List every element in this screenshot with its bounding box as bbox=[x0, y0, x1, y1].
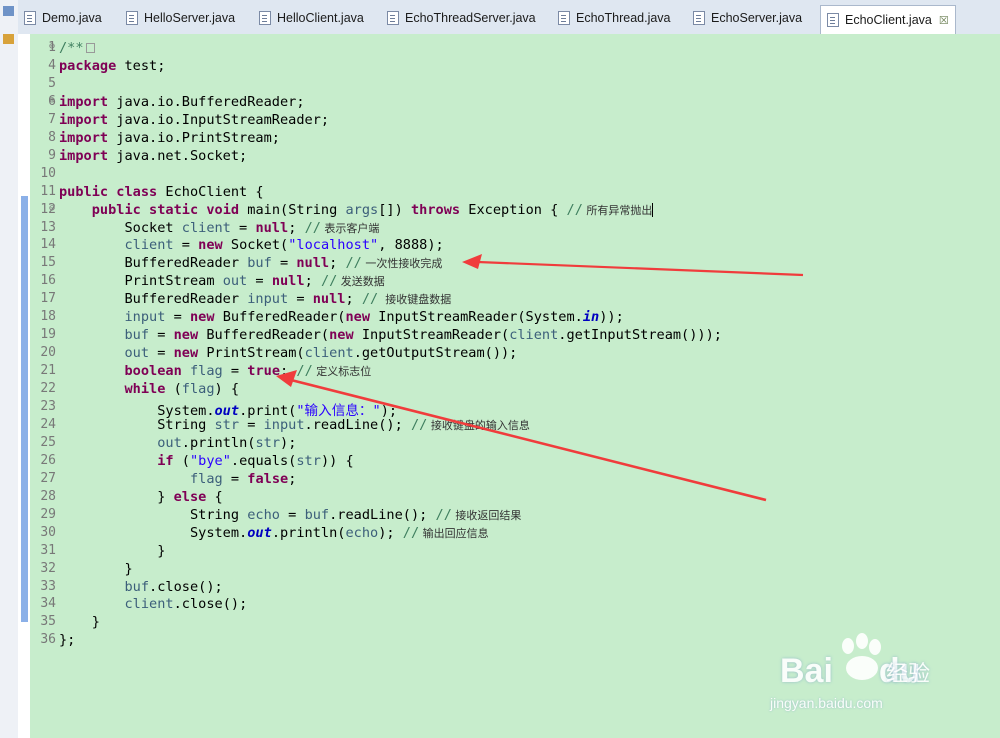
java-file-icon bbox=[387, 11, 399, 25]
code-line-27[interactable]: flag = false; bbox=[59, 471, 296, 487]
tab-label: HelloServer.java bbox=[144, 11, 236, 25]
fold-toggle-icon[interactable]: ⊕ bbox=[49, 41, 55, 52]
tab-demo[interactable]: Demo.java bbox=[24, 6, 102, 30]
line-number: 7 bbox=[48, 111, 56, 127]
tab-helloserver[interactable]: HelloServer.java bbox=[126, 6, 235, 30]
line-number: 27 bbox=[40, 470, 56, 486]
watermark-cn: 经验 bbox=[886, 662, 931, 687]
close-tab-icon[interactable]: ☒ bbox=[939, 14, 949, 27]
code-line-26[interactable]: if ("bye".equals(str)) { bbox=[59, 453, 353, 469]
code-line-22[interactable]: while (flag) { bbox=[59, 381, 239, 397]
tab-label: HelloClient.java bbox=[277, 11, 364, 25]
code-line-6[interactable]: import java.io.BufferedReader; bbox=[59, 94, 305, 110]
package-explorer-icon[interactable] bbox=[3, 34, 14, 44]
code-line-17[interactable]: BufferedReader input = null; // 接收键盘数据 bbox=[59, 291, 451, 307]
java-file-icon bbox=[126, 11, 138, 25]
code-line-19[interactable]: buf = new BufferedReader(new InputStream… bbox=[59, 327, 722, 343]
code-line-33[interactable]: buf.close(); bbox=[59, 579, 222, 595]
tab-helloclient[interactable]: HelloClient.java bbox=[259, 6, 364, 30]
java-file-icon bbox=[827, 13, 839, 27]
code-line-24[interactable]: String str = input.readLine(); // 接收键盘的输… bbox=[59, 417, 530, 433]
code-line-4[interactable]: package test; bbox=[59, 58, 165, 74]
editor-tab-bar: Demo.java HelloServer.java HelloClient.jav… bbox=[18, 0, 1000, 35]
code-line-20[interactable]: out = new PrintStream(client.getOutputSt… bbox=[59, 345, 517, 361]
line-number: 25 bbox=[40, 434, 56, 450]
fold-toggle-icon[interactable]: ⊖ bbox=[49, 203, 55, 214]
code-line-1[interactable]: /** bbox=[59, 40, 95, 56]
code-line-34[interactable]: client.close(); bbox=[59, 596, 247, 612]
line-number-gutter: 1 ⊕ 4 5 6 ⊕ 7 8 9 10 11 12 ⊖ 13 14 15 16 17 18 19 20 21 22 23 24… bbox=[30, 34, 57, 738]
code-line-30[interactable]: System.out.println(echo); // 输出回应信息 bbox=[59, 525, 489, 541]
line-number: 14 bbox=[40, 237, 56, 253]
folded-comment-icon[interactable] bbox=[85, 43, 95, 53]
java-file-icon bbox=[558, 11, 570, 25]
line-number: 11 bbox=[40, 183, 56, 199]
line-number: 8 bbox=[48, 129, 56, 145]
tab-label: EchoClient.java bbox=[845, 13, 932, 27]
line-number: 15 bbox=[40, 255, 56, 271]
restore-view-icon[interactable] bbox=[3, 6, 14, 16]
text-cursor bbox=[652, 202, 654, 217]
code-line-11[interactable]: public class EchoClient { bbox=[59, 184, 264, 200]
code-line-25[interactable]: out.println(str); bbox=[59, 435, 296, 451]
line-number: 36 bbox=[40, 632, 56, 648]
code-line-36[interactable]: }; bbox=[59, 632, 75, 648]
code-line-16[interactable]: PrintStream out = null; // 发送数据 bbox=[59, 273, 384, 289]
tab-echothread[interactable]: EchoThread.java bbox=[558, 6, 671, 30]
watermark-url: jingyan.baidu.com bbox=[770, 695, 883, 711]
code-line-29[interactable]: String echo = buf.readLine(); // 接收返回结果 bbox=[59, 507, 521, 523]
code-line-8[interactable]: import java.io.PrintStream; bbox=[59, 130, 280, 146]
code-line-32[interactable]: } bbox=[59, 561, 132, 577]
line-number: 16 bbox=[40, 273, 56, 289]
line-number: 30 bbox=[40, 524, 56, 540]
code-line-35[interactable]: } bbox=[59, 614, 100, 630]
tab-echoclient[interactable]: EchoClient.java ☒ bbox=[820, 5, 956, 34]
line-number: 9 bbox=[48, 147, 56, 163]
left-toolbar-strip bbox=[0, 0, 19, 738]
java-file-icon bbox=[693, 11, 705, 25]
java-file-icon bbox=[24, 11, 36, 25]
tab-label: Demo.java bbox=[42, 11, 102, 25]
line-number: 32 bbox=[40, 560, 56, 576]
line-number: 33 bbox=[40, 578, 56, 594]
fold-toggle-icon[interactable]: ⊕ bbox=[49, 95, 55, 106]
line-number: 17 bbox=[40, 291, 56, 307]
line-number: 5 bbox=[48, 75, 56, 91]
line-number: 20 bbox=[40, 345, 56, 361]
line-number: 28 bbox=[40, 488, 56, 504]
baidu-jingyan-watermark: Bai du 经验 jingyan.baidu.com bbox=[770, 632, 970, 712]
line-number: 21 bbox=[40, 363, 56, 379]
line-number: 29 bbox=[40, 506, 56, 522]
code-line-7[interactable]: import java.io.InputStreamReader; bbox=[59, 112, 329, 128]
line-number: 10 bbox=[40, 165, 56, 181]
line-number: 31 bbox=[40, 542, 56, 558]
line-number: 35 bbox=[40, 614, 56, 630]
line-number: 34 bbox=[40, 596, 56, 612]
code-line-12[interactable]: public static void main(String args[]) t… bbox=[59, 202, 654, 218]
tab-label: EchoThread.java bbox=[576, 11, 671, 25]
line-number: 22 bbox=[40, 381, 56, 397]
code-line-15[interactable]: BufferedReader buf = null; // 一次性接收完成 bbox=[59, 255, 442, 271]
line-number: 18 bbox=[40, 309, 56, 325]
line-number: 23 bbox=[40, 399, 56, 414]
line-number: 19 bbox=[40, 327, 56, 343]
tab-label: EchoServer.java bbox=[711, 11, 803, 25]
line-number: 26 bbox=[40, 452, 56, 468]
tab-echothreadserver[interactable]: EchoThreadServer.java bbox=[387, 6, 536, 30]
code-line-31[interactable]: } bbox=[59, 543, 165, 559]
quick-diff-change-bar bbox=[21, 196, 28, 622]
tab-echoserver[interactable]: EchoServer.java bbox=[693, 6, 802, 30]
java-file-icon bbox=[259, 11, 271, 25]
code-line-21[interactable]: boolean flag = true; // 定义标志位 bbox=[59, 363, 371, 379]
code-line-14[interactable]: client = new Socket("localhost", 8888); bbox=[59, 237, 443, 253]
code-line-13[interactable]: Socket client = null; // 表示客户端 bbox=[59, 220, 379, 236]
line-number: 4 bbox=[48, 57, 56, 73]
code-line-28[interactable]: } else { bbox=[59, 489, 223, 505]
line-number: 13 bbox=[40, 219, 56, 235]
code-line-9[interactable]: import java.net.Socket; bbox=[59, 148, 247, 164]
line-number: 24 bbox=[40, 416, 56, 432]
tab-label: EchoThreadServer.java bbox=[405, 11, 536, 25]
code-line-18[interactable]: input = new BufferedReader(new InputStre… bbox=[59, 309, 623, 325]
